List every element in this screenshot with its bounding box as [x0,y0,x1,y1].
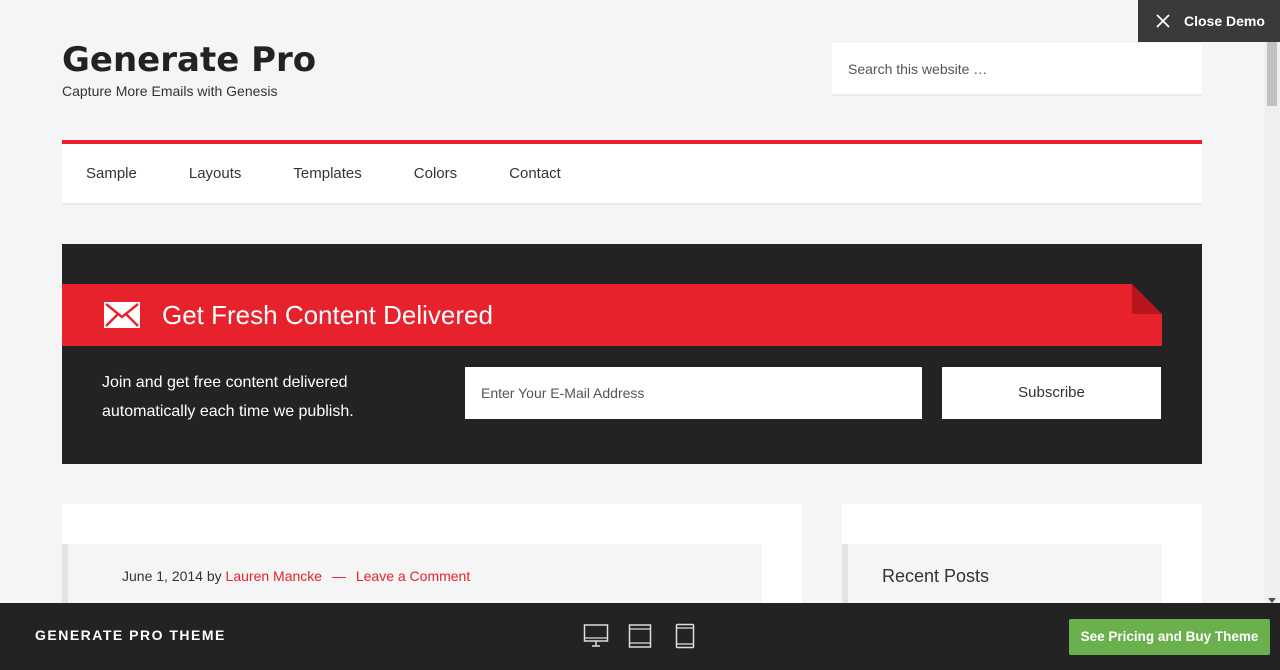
demo-bar: GENERATE PRO THEME See Pricing and Buy T… [0,603,1280,670]
close-demo-button[interactable]: Close Demo [1138,0,1280,42]
site-description: Capture More Emails with Genesis [62,83,278,99]
scrollbar[interactable] [1264,42,1280,603]
buy-theme-button[interactable]: See Pricing and Buy Theme [1069,619,1270,655]
email-field[interactable] [465,367,922,419]
primary-nav: Sample Layouts Templates Colors Contact [62,140,1202,205]
search-input[interactable] [848,60,1202,77]
post-date: June 1, 2014 [122,568,203,584]
tablet-landscape-icon[interactable] [628,623,652,649]
nav-item-layouts[interactable]: Layouts [189,165,242,182]
banner-fold [1132,284,1162,314]
theme-name: GENERATE PRO THEME [35,627,226,643]
subscribe-button[interactable]: Subscribe [942,367,1161,419]
nav-item-contact[interactable]: Contact [509,165,561,182]
email-optin-widget: Get Fresh Content Delivered Join and get… [62,244,1202,464]
search-form [832,43,1202,96]
site-title[interactable]: Generate Pro [62,40,316,80]
desktop-icon[interactable] [583,623,609,649]
nav-item-sample[interactable]: Sample [86,165,137,182]
nav-item-colors[interactable]: Colors [414,165,457,182]
close-demo-label: Close Demo [1184,13,1265,29]
meta-separator: — [331,568,346,584]
post-author-link[interactable]: Lauren Mancke [226,568,323,584]
scrollbar-thumb[interactable] [1267,42,1277,106]
tablet-portrait-icon[interactable] [675,623,695,649]
optin-title: Get Fresh Content Delivered [162,299,493,330]
optin-banner: Get Fresh Content Delivered [62,284,1162,346]
nav-item-templates[interactable]: Templates [293,165,361,182]
widget-title: Recent Posts [882,566,990,586]
mail-icon [104,302,140,328]
close-icon [1156,14,1170,28]
optin-description: Join and get free content delivered auto… [102,374,354,420]
leave-comment-link[interactable]: Leave a Comment [356,568,470,584]
post-by: by [206,568,222,584]
